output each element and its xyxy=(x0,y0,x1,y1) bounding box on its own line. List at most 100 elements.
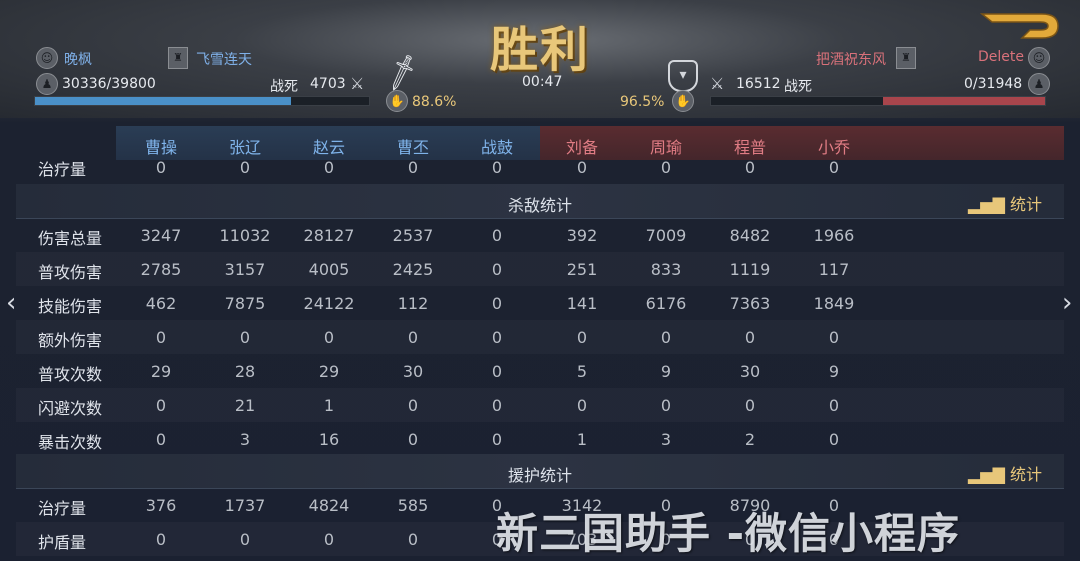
left-troop-fill xyxy=(35,97,291,105)
left-troop-bar xyxy=(34,96,370,106)
table-cell: 9 xyxy=(828,362,840,381)
right-troops: 0/31948 xyxy=(964,76,1023,92)
right-player-name[interactable]: 把酒祝东风 xyxy=(816,49,886,69)
table-cell: 0 xyxy=(155,158,167,177)
table-cell: 6176 xyxy=(645,294,687,313)
table-cell: 0 xyxy=(828,158,840,177)
right-guild-name[interactable]: Delete xyxy=(978,49,1024,65)
table-cell: 1 xyxy=(576,430,588,449)
sword-icon: 🗡 xyxy=(379,50,425,95)
table-cell: 0 xyxy=(491,226,503,245)
table-cell: 0 xyxy=(323,158,335,177)
table-cell: 0 xyxy=(155,430,167,449)
table-cell: 376 xyxy=(145,496,177,515)
table-cell: 0 xyxy=(660,158,672,177)
table-cell: 0 xyxy=(155,328,167,347)
section-title: 杀敌统计 xyxy=(507,196,572,215)
right-dead-value: 16512 xyxy=(736,76,781,92)
left-player-name[interactable]: 晚枫 xyxy=(64,49,92,69)
table-cell: 30 xyxy=(739,362,761,381)
table-cell: 3247 xyxy=(140,226,182,245)
back-arrow-icon[interactable] xyxy=(978,8,1062,44)
table-row: 普攻伤害 2785 3157 4005 2425 0 251 833 1119 117 xyxy=(16,252,1064,286)
table-cell: 7009 xyxy=(645,226,687,245)
table-cell: 0 xyxy=(323,328,335,347)
table-cell: 1737 xyxy=(224,496,266,515)
section-title: 援护统计 xyxy=(507,466,572,485)
row-label: 伤害总量 xyxy=(38,229,103,248)
right-crossed-swords-icon: ⚔ xyxy=(710,74,725,93)
table-cell: 0 xyxy=(407,430,419,449)
table-row: 技能伤害 462 7875 24122 112 0 141 6176 7363 1849 xyxy=(16,286,1064,320)
table-cell: 7363 xyxy=(729,294,771,313)
right-avatar-icon: ☺ xyxy=(1028,47,1050,69)
table-cell: 0 xyxy=(491,158,503,177)
table-cell: 0 xyxy=(491,396,503,415)
table-cell: 5 xyxy=(576,362,588,381)
table-cell: 29 xyxy=(150,362,172,381)
table-cell: 4824 xyxy=(308,496,350,515)
prev-page-arrow[interactable]: ‹ xyxy=(6,288,16,318)
left-morale-icon: ✋ xyxy=(386,90,408,112)
table-cell: 0 xyxy=(239,158,251,177)
table-cell: 0 xyxy=(407,396,419,415)
table-cell: 1 xyxy=(323,396,335,415)
assist-stats-section: 援护统计 ▂▅▇ 统计 xyxy=(16,454,1064,489)
stats-chart-button[interactable]: ▂▅▇ 统计 xyxy=(968,191,1042,215)
row-label: 治疗量 xyxy=(38,499,87,518)
right-morale-icon: ✋ xyxy=(672,90,694,112)
table-cell: 3157 xyxy=(224,260,266,279)
table-cell: 29 xyxy=(318,362,340,381)
row-label: 暴击次数 xyxy=(38,433,103,452)
table-cell: 0 xyxy=(828,430,840,449)
table-cell: 392 xyxy=(566,226,598,245)
table-cell: 28 xyxy=(234,362,256,381)
row-label: 治疗量 xyxy=(38,160,87,179)
table-cell: 11032 xyxy=(219,226,271,245)
table-cell: 7875 xyxy=(224,294,266,313)
right-guild-icon: ♜ xyxy=(896,47,916,69)
table-cell: 0 xyxy=(828,396,840,415)
table-cell: 3 xyxy=(660,430,672,449)
stats-label: 统计 xyxy=(1009,195,1042,214)
table-cell: 1966 xyxy=(813,226,855,245)
left-guild-name[interactable]: 飞雪连天 xyxy=(196,49,252,69)
table-row: 普攻次数 29 28 29 30 0 5 9 30 9 xyxy=(16,354,1064,388)
left-dead-label: 战死 xyxy=(270,79,298,95)
table-cell: 0 xyxy=(491,430,503,449)
table-cell: 2537 xyxy=(392,226,434,245)
table-cell: 24122 xyxy=(303,294,355,313)
table-cell: 2 xyxy=(744,430,756,449)
table-cell: 0 xyxy=(828,328,840,347)
left-percent: 88.6% xyxy=(412,94,457,110)
table-cell: 0 xyxy=(239,328,251,347)
left-dead-value: 4703 xyxy=(310,76,346,92)
player-avatar-icon: ☺ xyxy=(36,47,58,69)
table-row: 伤害总量 3247 11032 28127 2537 0 392 7009 8482 1966 xyxy=(16,218,1064,252)
table-cell: 2785 xyxy=(140,260,182,279)
bar-chart-icon: ▂▅▇ xyxy=(967,195,1010,214)
watermark: 新三国助手 -微信小程序 xyxy=(496,509,961,558)
troops-icon: ♟ xyxy=(36,73,58,95)
table-row: 暴击次数 0 3 16 0 0 1 3 2 0 xyxy=(16,422,1064,456)
table-cell: 0 xyxy=(576,328,588,347)
table-cell: 0 xyxy=(491,294,503,313)
table-row: 治疗量 0 0 0 0 0 0 0 0 0 xyxy=(16,154,1064,182)
crossed-swords-icon: ⚔ xyxy=(350,74,365,93)
table-cell: 0 xyxy=(407,530,419,549)
row-label: 普攻伤害 xyxy=(38,263,103,282)
table-cell: 0 xyxy=(491,328,503,347)
row-label: 额外伤害 xyxy=(38,331,103,350)
table-cell: 21 xyxy=(234,396,256,415)
table-row: 闪避次数 0 21 1 0 0 0 0 0 0 xyxy=(16,388,1064,422)
stats-chart-button[interactable]: ▂▅▇ 统计 xyxy=(968,461,1042,485)
next-page-arrow[interactable]: › xyxy=(1062,288,1072,318)
table-cell: 1849 xyxy=(813,294,855,313)
table-cell: 2425 xyxy=(392,260,434,279)
table-cell: 112 xyxy=(397,294,429,313)
row-label: 普攻次数 xyxy=(38,365,103,384)
table-cell: 0 xyxy=(491,260,503,279)
table-cell: 1119 xyxy=(729,260,771,279)
table-cell: 0 xyxy=(576,396,588,415)
battle-header: ☺ 晚枫 ♜ 飞雪连天 ♟ 30336/39800 战死 4703 ⚔ 🗡 ✋ … xyxy=(0,0,1080,118)
